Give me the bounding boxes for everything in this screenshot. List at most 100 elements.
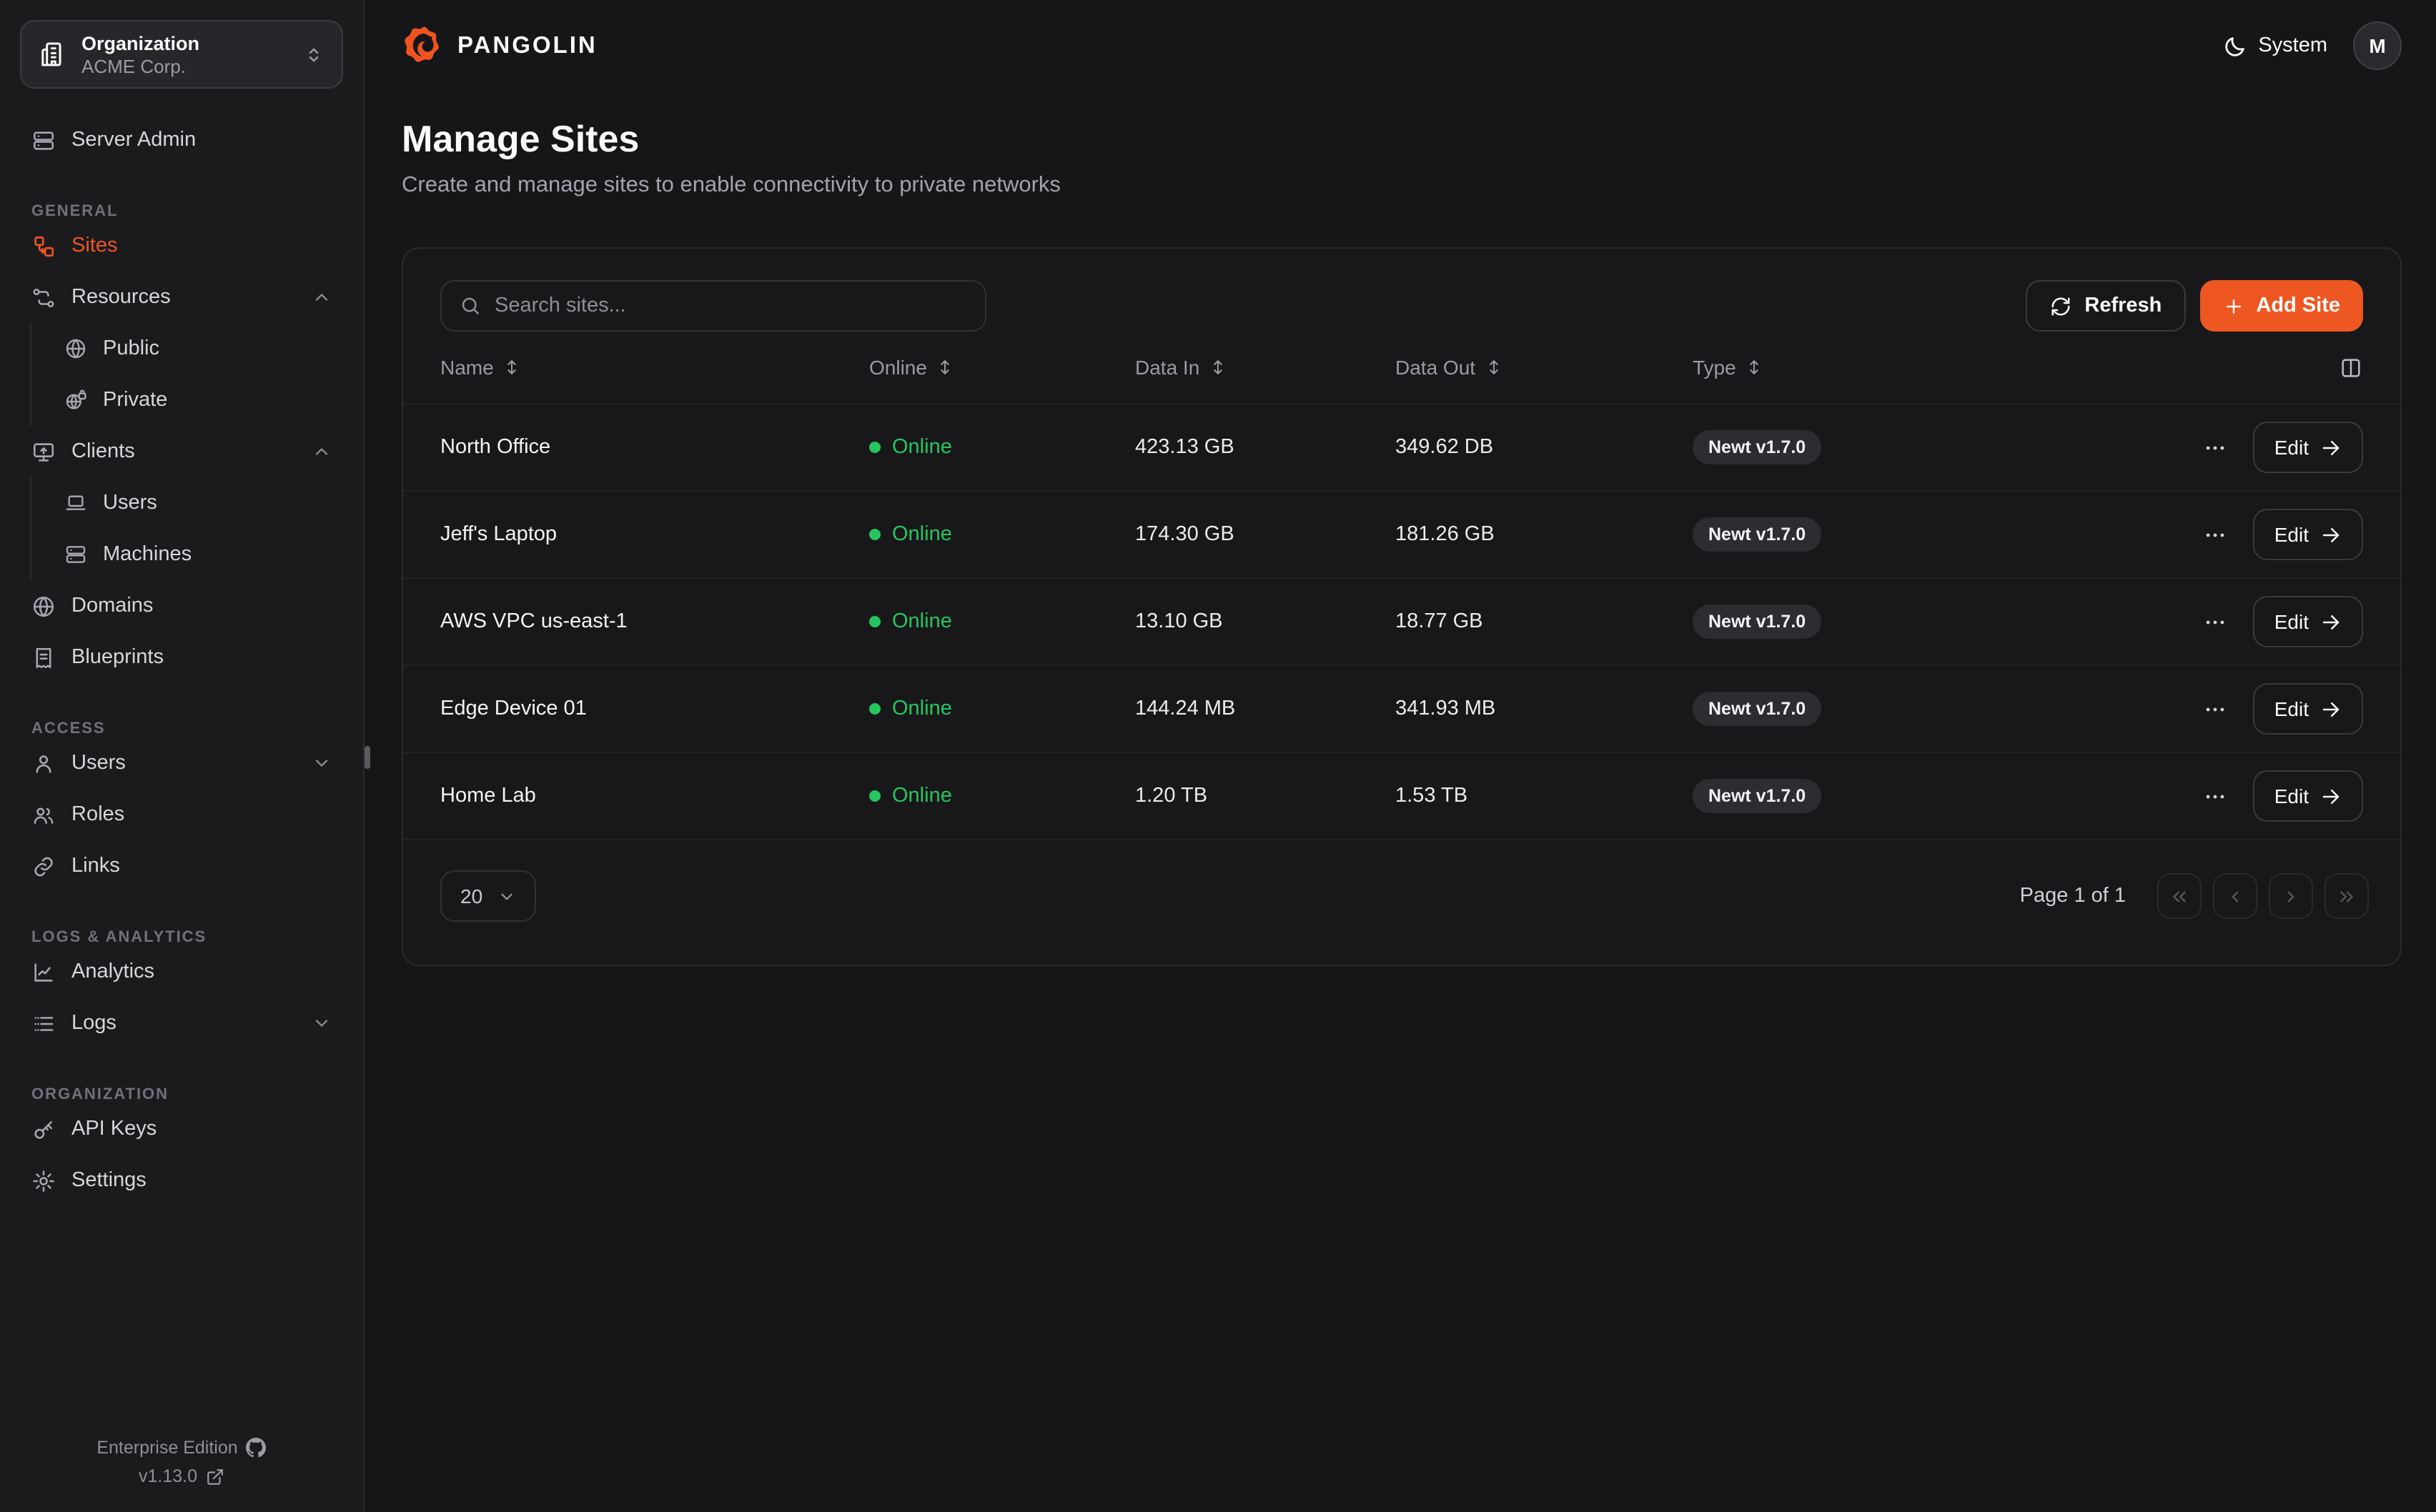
sidebar-item-settings[interactable]: Settings [0, 1155, 363, 1206]
sidebar-item-label: Clients [71, 440, 135, 463]
row-menu-button[interactable] [2200, 781, 2230, 811]
first-page-button[interactable] [2157, 873, 2202, 919]
type-badge: Newt v1.7.0 [1693, 692, 1821, 726]
column-header-data-in[interactable]: Data In [1135, 356, 1395, 379]
edit-button[interactable]: Edit [2253, 422, 2363, 473]
add-site-label: Add Site [2256, 294, 2340, 317]
column-visibility-button[interactable] [2339, 355, 2363, 379]
sidebar-item-analytics[interactable]: Analytics [0, 946, 363, 998]
org-switcher[interactable]: Organization ACME Corp. [20, 20, 343, 89]
sidebar-item-label: Settings [71, 1169, 147, 1192]
online-dot-icon [869, 442, 881, 453]
edit-label: Edit [2274, 697, 2309, 720]
table-header: Name Online Data In Data Out Type [403, 332, 2400, 404]
status-cell: Online [869, 523, 1135, 546]
type-cell: Newt v1.7.0 [1693, 692, 1999, 726]
next-page-button[interactable] [2269, 873, 2313, 919]
pagination-controls [2157, 873, 2369, 919]
row-menu-button[interactable] [2200, 694, 2230, 724]
sidebar-item-resources[interactable]: Resources [0, 272, 363, 323]
sidebar-item-server-admin[interactable]: Server Admin [0, 114, 363, 166]
page-size-value: 20 [460, 885, 482, 907]
sidebar-item-links[interactable]: Links [0, 840, 363, 892]
clients-subgroup: Users Machines [30, 477, 363, 580]
previous-page-button[interactable] [2213, 873, 2257, 919]
column-header-online[interactable]: Online [869, 356, 1135, 379]
columns-icon [2339, 355, 2363, 379]
last-page-button[interactable] [2324, 873, 2369, 919]
user-avatar[interactable]: M [2353, 21, 2402, 70]
sort-icon [1484, 357, 1504, 377]
sidebar-nav: Server Admin GENERAL Sites Resources Pub… [0, 109, 363, 1429]
online-dot-icon [869, 703, 881, 715]
sidebar-item-users[interactable]: Users [0, 737, 363, 789]
gear-icon [31, 1168, 56, 1193]
row-menu-button[interactable] [2200, 607, 2230, 637]
sidebar-item-blueprints[interactable]: Blueprints [0, 632, 363, 683]
edit-button[interactable]: Edit [2253, 770, 2363, 822]
type-badge: Newt v1.7.0 [1693, 605, 1821, 639]
column-label: Type [1693, 356, 1736, 379]
refresh-button[interactable]: Refresh [2026, 280, 2186, 332]
sidebar-item-label: Private [103, 389, 167, 412]
sidebar-resize-handle[interactable] [365, 746, 370, 769]
sort-icon [936, 357, 956, 377]
list-icon [31, 1011, 56, 1035]
page-size-select[interactable]: 20 [440, 870, 535, 922]
edit-button[interactable]: Edit [2253, 683, 2363, 735]
type-badge: Newt v1.7.0 [1693, 430, 1821, 464]
sidebar-item-sites[interactable]: Sites [0, 220, 363, 272]
edit-button[interactable]: Edit [2253, 509, 2363, 560]
external-link-icon[interactable] [206, 1467, 224, 1486]
link-icon [31, 854, 56, 878]
users-icon [31, 802, 56, 827]
sidebar-item-label: Public [103, 337, 159, 360]
status-cell: Online [869, 785, 1135, 807]
building-icon [39, 40, 67, 69]
sidebar-item-clients[interactable]: Clients [0, 426, 363, 477]
column-header-data-out[interactable]: Data Out [1395, 356, 1693, 379]
data-in-value: 423.13 GB [1135, 436, 1395, 459]
status-label: Online [892, 610, 952, 633]
table-row: AWS VPC us-east-1 Online 13.10 GB 18.77 … [403, 579, 2400, 666]
chart-line-icon [31, 960, 56, 984]
sidebar-item-machines[interactable]: Machines [31, 529, 363, 580]
sidebar-item-label: Roles [71, 803, 124, 826]
data-in-value: 174.30 GB [1135, 523, 1395, 546]
status-cell: Online [869, 436, 1135, 459]
sidebar-section-access: ACCESS [0, 683, 363, 737]
sidebar-item-api-keys[interactable]: API Keys [0, 1103, 363, 1155]
row-menu-button[interactable] [2200, 519, 2230, 549]
status-label: Online [892, 697, 952, 720]
waypoints-icon [31, 285, 56, 309]
chevron-up-icon [312, 442, 332, 462]
add-site-button[interactable]: Add Site [2200, 280, 2363, 332]
search-input[interactable] [495, 294, 968, 317]
chevron-down-icon [497, 887, 515, 905]
brand[interactable]: PANGOLIN [402, 24, 598, 67]
chevron-down-icon [312, 1013, 332, 1033]
online-dot-icon [869, 616, 881, 627]
sidebar-item-domains[interactable]: Domains [0, 580, 363, 632]
online-dot-icon [869, 790, 881, 802]
theme-toggle[interactable]: System [2222, 34, 2327, 58]
github-icon[interactable] [247, 1438, 267, 1458]
edit-button[interactable]: Edit [2253, 596, 2363, 647]
column-header-name[interactable]: Name [440, 356, 869, 379]
sidebar-item-client-users[interactable]: Users [31, 477, 363, 529]
sidebar-item-roles[interactable]: Roles [0, 789, 363, 840]
edit-label: Edit [2274, 523, 2309, 546]
sidebar-item-logs[interactable]: Logs [0, 998, 363, 1049]
status-label: Online [892, 785, 952, 807]
row-menu-button[interactable] [2200, 432, 2230, 462]
chevrons-up-down-icon [303, 44, 325, 65]
edit-label: Edit [2274, 610, 2309, 633]
column-header-type[interactable]: Type [1693, 356, 1999, 379]
version-label: v1.13.0 [139, 1466, 197, 1486]
edition-label: Enterprise Edition [96, 1438, 237, 1458]
sidebar-item-public[interactable]: Public [31, 323, 363, 374]
data-in-value: 1.20 TB [1135, 785, 1395, 807]
sidebar: Organization ACME Corp. Server Admin GEN… [0, 0, 365, 1512]
row-actions: Edit [1999, 683, 2363, 735]
sidebar-item-private[interactable]: Private [31, 374, 363, 426]
